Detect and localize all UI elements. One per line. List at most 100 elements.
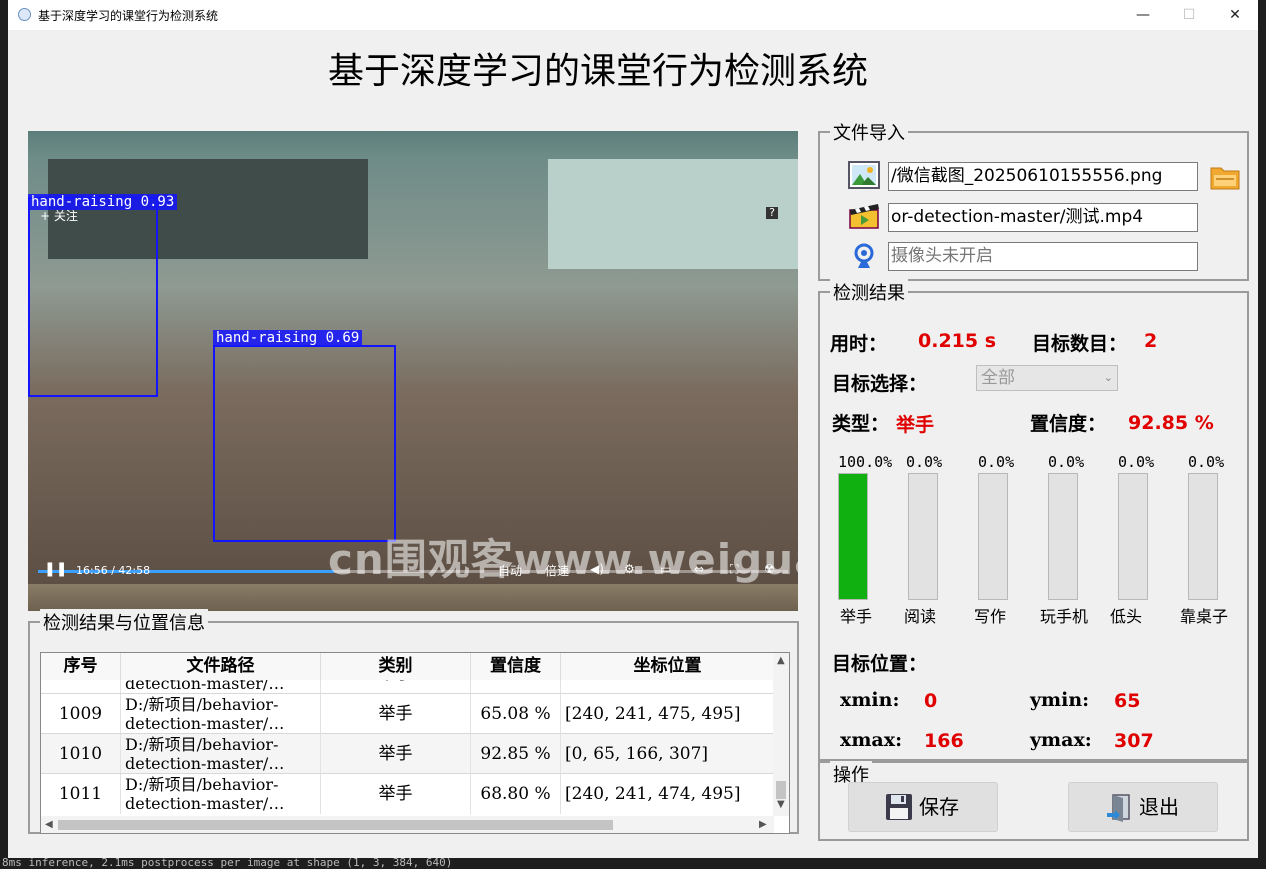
bar-track <box>1118 473 1148 600</box>
detection-label: hand-raising 0.69 <box>213 330 363 346</box>
maximize-button[interactable]: ☐ <box>1166 0 1212 30</box>
table-cell-confidence: 92.85 % <box>471 734 561 774</box>
save-button-label: 保存 <box>919 795 959 819</box>
help-icon: ? <box>766 207 778 219</box>
path-line: detection-master/… <box>125 794 285 813</box>
path-line: D:/新项目/behavior- <box>125 735 279 754</box>
bar-track <box>978 473 1008 600</box>
bar-percent: 0.0% <box>906 453 943 471</box>
bar-label: 阅读 <box>904 607 937 626</box>
terminal-log-text: 8ms inference, 2.1ms postprocess per ima… <box>2 858 453 869</box>
bar-fill <box>839 474 867 599</box>
pause-icon: ❚❚ <box>44 561 68 577</box>
video-path-field[interactable]: or-detection-master/测试.mp4 <box>888 203 1198 232</box>
minimize-button[interactable]: — <box>1120 0 1166 30</box>
path-line: D:/新项目/behavior- <box>125 695 279 714</box>
ymax-label: ymax: <box>1030 729 1092 751</box>
table-cell-id: 1009 <box>41 694 121 734</box>
page-title: 基于深度学习的课堂行为检测系统 <box>327 51 868 92</box>
window-title: 基于深度学习的课堂行为检测系统 <box>38 9 219 23</box>
target-select-value: 全部 <box>981 368 1015 388</box>
table-cell-coords: [0, 65, 166, 307] <box>565 744 709 764</box>
column-header[interactable]: 文件路径 <box>121 653 321 680</box>
table-row[interactable]: 1010 D:/新项目/behavior-detection-master/… … <box>41 733 774 774</box>
table-cell-class: 举手 <box>321 734 471 774</box>
app-icon <box>18 8 31 21</box>
exit-door-icon <box>1107 794 1130 822</box>
bar-percent: 0.0% <box>1188 453 1225 471</box>
video-display: + 关注 ? hand-raising 0.93 hand-raising 0.… <box>28 131 798 611</box>
background-terminal: 8ms inference, 2.1ms postprocess per ima… <box>0 858 1266 869</box>
table-cell-coords: [240, 241, 474, 495] <box>565 784 741 804</box>
results-table-title: 检测结果与位置信息 <box>40 609 208 635</box>
vertical-scrollbar[interactable]: ▲ ▼ <box>773 653 789 816</box>
scroll-right-icon[interactable]: ▶ <box>759 819 767 830</box>
target-select-dropdown[interactable]: 全部 ⌄ <box>976 365 1118 391</box>
xmax-value: 166 <box>924 730 964 752</box>
vertical-scroll-thumb[interactable] <box>776 781 786 799</box>
folder-icon[interactable] <box>1210 163 1240 191</box>
close-button[interactable]: ✕ <box>1212 0 1258 30</box>
table-cell-confidence: 65.08 % <box>471 694 561 734</box>
horizontal-scrollbar[interactable]: ◀ ▶ <box>41 816 774 833</box>
scroll-down-icon[interactable]: ▼ <box>777 799 785 810</box>
type-label: 类型： <box>832 413 890 435</box>
watermark: cn围观客www.weiguanke.cn <box>328 535 798 584</box>
file-import-group: 文件导入 /微信截图_20250610155556.png or-detecti… <box>818 119 1249 281</box>
xmax-label: xmax: <box>840 729 903 751</box>
count-label: 目标数目： <box>1032 333 1128 355</box>
chevron-down-icon: ⌄ <box>1103 371 1113 384</box>
time-value: 0.215 s <box>918 330 997 352</box>
bar-percent: 0.0% <box>978 453 1015 471</box>
video-icon[interactable] <box>848 201 880 229</box>
column-header[interactable]: 置信度 <box>471 653 561 680</box>
table-cell-id: 1011 <box>41 774 121 814</box>
scroll-left-icon[interactable]: ◀ <box>45 819 53 830</box>
camera-status-field[interactable]: 摄像头未开启 <box>888 242 1198 271</box>
path-line: D:/新项目/behavior- <box>125 775 279 794</box>
bar-track <box>1048 473 1078 600</box>
column-header[interactable]: 类别 <box>321 653 471 680</box>
time-label: 用时： <box>830 333 888 355</box>
table-row[interactable]: 1011 D:/新项目/behavior-detection-master/… … <box>41 773 774 814</box>
column-header[interactable]: 序号 <box>41 653 121 680</box>
table-cell-path: D:/新项目/behavior-detection-master/… <box>121 694 321 734</box>
results-table[interactable]: detection-master/… 举手 序号 文件路径 类别 置信度 坐标位… <box>40 652 790 834</box>
table-cell-coords: [240, 241, 475, 495] <box>565 704 741 724</box>
exit-button[interactable]: 退出 <box>1068 782 1218 832</box>
column-header[interactable]: 坐标位置 <box>561 653 774 680</box>
xmin-value: 0 <box>924 690 938 712</box>
table-row[interactable]: 1009 D:/新项目/behavior-detection-master/… … <box>41 693 774 734</box>
table-cell-path: D:/新项目/behavior-detection-master/… <box>121 734 321 774</box>
image-icon[interactable] <box>848 161 880 189</box>
file-import-title: 文件导入 <box>830 119 908 145</box>
bar-label: 低头 <box>1110 607 1143 626</box>
ymax-value: 307 <box>1114 730 1154 752</box>
bar-label: 举手 <box>840 607 873 626</box>
detection-results-title: 检测结果 <box>830 279 908 305</box>
detection-results-group: 检测结果 用时： 0.215 s 目标数目： 2 目标选择： 全部 ⌄ 类型： … <box>818 279 1249 761</box>
ymin-value: 65 <box>1114 690 1141 712</box>
save-button[interactable]: 保存 <box>848 782 998 832</box>
bar-percent: 100.0% <box>838 453 893 471</box>
exit-button-label: 退出 <box>1139 795 1179 819</box>
type-value: 举手 <box>896 414 935 436</box>
table-cell-class: 举手 <box>321 774 471 814</box>
bar-label: 玩手机 <box>1040 607 1089 626</box>
bar-track <box>908 473 938 600</box>
horizontal-scroll-thumb[interactable] <box>58 820 613 830</box>
path-line: detection-master/… <box>125 714 285 733</box>
video-frame: + 关注 ? hand-raising 0.93 hand-raising 0.… <box>28 159 798 584</box>
bar-percent: 0.0% <box>1118 453 1155 471</box>
table-cell-path: D:/新项目/behavior-detection-master/… <box>121 774 321 814</box>
xmin-label: xmin: <box>840 689 900 711</box>
scroll-up-icon[interactable]: ▲ <box>777 655 785 666</box>
detection-box <box>28 197 158 397</box>
target-position-label: 目标位置： <box>832 653 928 675</box>
bar-percent: 0.0% <box>1048 453 1085 471</box>
bar-label: 靠桌子 <box>1180 607 1229 626</box>
camera-icon[interactable] <box>848 242 880 270</box>
video-window-area <box>548 159 798 269</box>
image-path-field[interactable]: /微信截图_20250610155556.png <box>888 162 1198 191</box>
save-icon <box>886 794 912 820</box>
